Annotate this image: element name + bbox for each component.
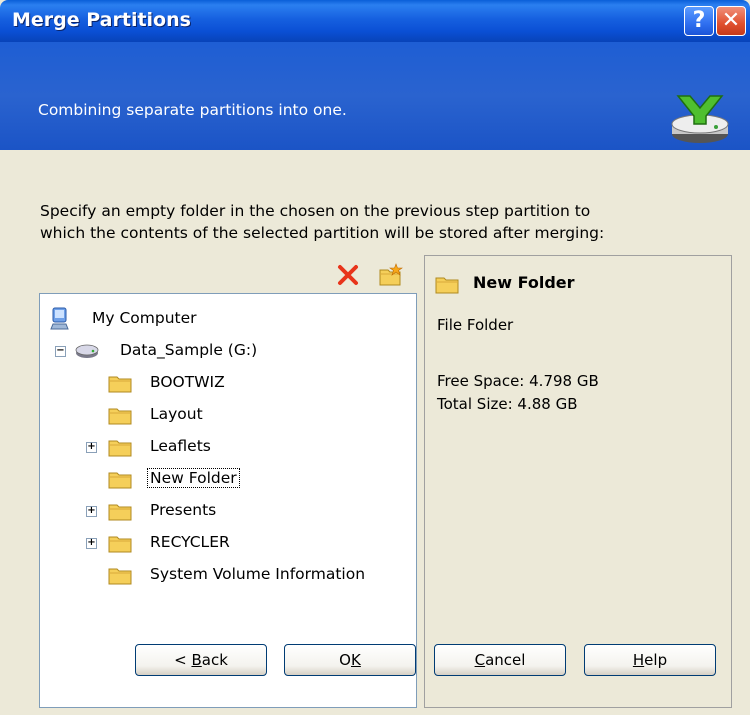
tree-label: RECYCLER (150, 533, 230, 551)
merge-partitions-dialog: Merge Partitions ? ✕ Combining separate … (0, 0, 750, 715)
new-folder-icon[interactable] (378, 262, 404, 288)
back-prefix: < (174, 651, 192, 669)
expand-toggle[interactable]: + (86, 442, 97, 453)
window-title: Merge Partitions (12, 9, 191, 31)
instructions-text: Specify an empty folder in the chosen on… (40, 200, 720, 244)
tree-label: Leaflets (150, 437, 211, 455)
instructions-line-2: which the contents of the selected parti… (40, 224, 605, 242)
ok-button[interactable]: OK (284, 644, 416, 676)
cancel-rest: ancel (485, 651, 526, 669)
folder-icon (108, 408, 132, 425)
back-button[interactable]: < Back (135, 644, 267, 676)
help-title-button[interactable]: ? (684, 6, 714, 36)
tree-item-folder[interactable]: BOOTWIZ (40, 369, 410, 399)
tree-item-folder[interactable]: System Volume Information (40, 561, 410, 591)
instructions-line-1: Specify an empty folder in the chosen on… (40, 202, 591, 220)
folder-icon (108, 568, 132, 585)
folder-icon (435, 277, 459, 294)
tree-label: System Volume Information (150, 565, 366, 583)
tree-label: Layout (150, 405, 203, 423)
tree-label: Presents (150, 501, 217, 519)
folder-icon (108, 440, 132, 457)
expand-toggle[interactable]: + (86, 506, 97, 517)
tree-item-drive[interactable]: − Data_Sample (G:) (40, 337, 410, 367)
tree-label-drive: Data_Sample (G:) (120, 341, 258, 359)
wizard-header: Combining separate partitions into one. (0, 42, 750, 150)
back-rest: ack (201, 651, 228, 669)
cancel-button[interactable]: Cancel (434, 644, 566, 676)
folder-icon (108, 504, 132, 521)
ok-first: O (339, 651, 351, 669)
total-size: Total Size: 4.88 GB (437, 395, 578, 413)
help-button[interactable]: Help (584, 644, 716, 676)
folder-type: File Folder (437, 316, 514, 334)
title-bar[interactable]: Merge Partitions ? ✕ (0, 0, 750, 42)
tree-item-folder[interactable]: Layout (40, 401, 410, 431)
help-accelerator: H (632, 651, 645, 669)
tree-item-folder[interactable]: + Leaflets (40, 433, 410, 463)
free-space: Free Space: 4.798 GB (437, 372, 599, 390)
expand-toggle[interactable]: + (86, 538, 97, 549)
ok-accelerator: K (350, 651, 361, 669)
delete-icon[interactable] (335, 262, 361, 288)
properties-panel: New Folder File Folder Free Space: 4.798… (424, 255, 732, 708)
collapse-toggle[interactable]: − (55, 346, 66, 357)
back-accelerator: B (191, 651, 202, 669)
folder-icon (108, 472, 132, 489)
computer-icon (50, 307, 69, 330)
folder-icon (108, 536, 132, 553)
folder-icon (108, 376, 132, 393)
cancel-accelerator: C (474, 651, 486, 669)
tree-label-my-computer: My Computer (92, 309, 197, 327)
selected-folder-name: New Folder (473, 273, 575, 292)
tree-item-folder[interactable]: + RECYCLER (40, 529, 410, 559)
tree-item-folder-selected[interactable]: New Folder (40, 465, 410, 495)
help-rest: elp (644, 651, 668, 669)
merge-disk-icon (671, 95, 729, 143)
header-subtitle: Combining separate partitions into one. (38, 101, 347, 119)
close-button[interactable]: ✕ (716, 6, 746, 36)
tree-item-my-computer[interactable]: My Computer (40, 305, 410, 335)
tree-label: New Folder (147, 468, 240, 488)
tree-label: BOOTWIZ (150, 373, 225, 391)
tree-item-folder[interactable]: + Presents (40, 497, 410, 527)
drive-icon (75, 344, 99, 358)
